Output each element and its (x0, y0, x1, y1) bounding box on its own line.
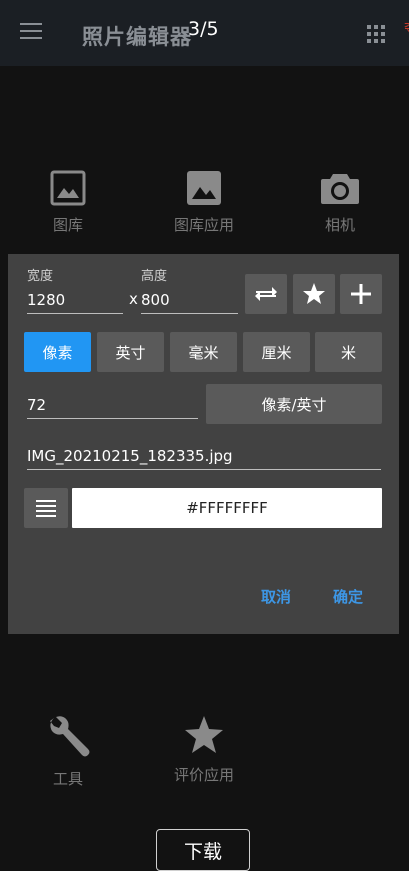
wrench-icon (50, 716, 90, 757)
page-counter: 3/5 (188, 18, 219, 40)
swap-dimensions-button[interactable] (245, 274, 287, 314)
plus-icon (351, 284, 371, 304)
hamburger-menu-icon[interactable] (20, 23, 44, 41)
rate-app-label: 评价应用 (173, 766, 234, 784)
edge-mark: 夺 (404, 18, 409, 36)
app-title: 照片编辑器 (82, 25, 192, 49)
favorite-preset-button[interactable] (293, 274, 335, 314)
add-preset-button[interactable] (340, 274, 382, 314)
camera-icon (321, 174, 359, 204)
width-label: 宽度 (27, 269, 54, 284)
unit-inches-button[interactable]: 英寸 (97, 332, 164, 372)
download-button[interactable]: 下载 (156, 829, 250, 871)
unit-millimeters-button[interactable]: 毫米 (170, 332, 237, 372)
height-input[interactable]: 800 (141, 288, 238, 314)
image-icon (50, 170, 86, 206)
tools-label: 工具 (52, 770, 83, 788)
tools-tile[interactable]: 工具 (38, 714, 98, 789)
swap-arrows-icon (255, 287, 277, 301)
ok-button[interactable]: 确定 (333, 586, 363, 607)
gallery-app-label: 图库应用 (173, 216, 234, 234)
filename-input[interactable]: IMG_20210215_182335.jpg (27, 444, 381, 470)
rate-app-tile[interactable]: 评价应用 (166, 714, 242, 785)
star-icon (185, 716, 223, 753)
background-options-button[interactable] (24, 488, 68, 528)
gallery-tile[interactable]: 图库 (38, 170, 98, 235)
photo-icon (187, 171, 221, 205)
unit-meters-button[interactable]: 米 (315, 332, 382, 372)
cancel-button[interactable]: 取消 (261, 586, 291, 607)
app-bar: 照片编辑器 3/5 夺 (0, 0, 409, 66)
density-input[interactable]: 72 (27, 393, 198, 419)
dimension-separator: x (129, 290, 138, 308)
camera-label: 相机 (324, 216, 355, 234)
unit-centimeters-button[interactable]: 厘米 (243, 332, 310, 372)
gallery-label: 图库 (52, 216, 83, 234)
height-label: 高度 (141, 269, 168, 284)
resize-dialog: 宽度 1280 x 高度 800 像素 英寸 毫米 厘米 米 72 像素/英寸 … (8, 254, 399, 634)
unit-pixels-button[interactable]: 像素 (24, 332, 91, 372)
density-unit-button[interactable]: 像素/英寸 (206, 384, 382, 424)
apps-grid-icon[interactable] (367, 25, 385, 43)
star-icon (303, 283, 325, 304)
width-input[interactable]: 1280 (27, 288, 123, 314)
gallery-app-tile[interactable]: 图库应用 (166, 170, 242, 235)
camera-tile[interactable]: 相机 (310, 170, 370, 235)
background-color-field[interactable]: #FFFFFFFF (72, 488, 382, 528)
